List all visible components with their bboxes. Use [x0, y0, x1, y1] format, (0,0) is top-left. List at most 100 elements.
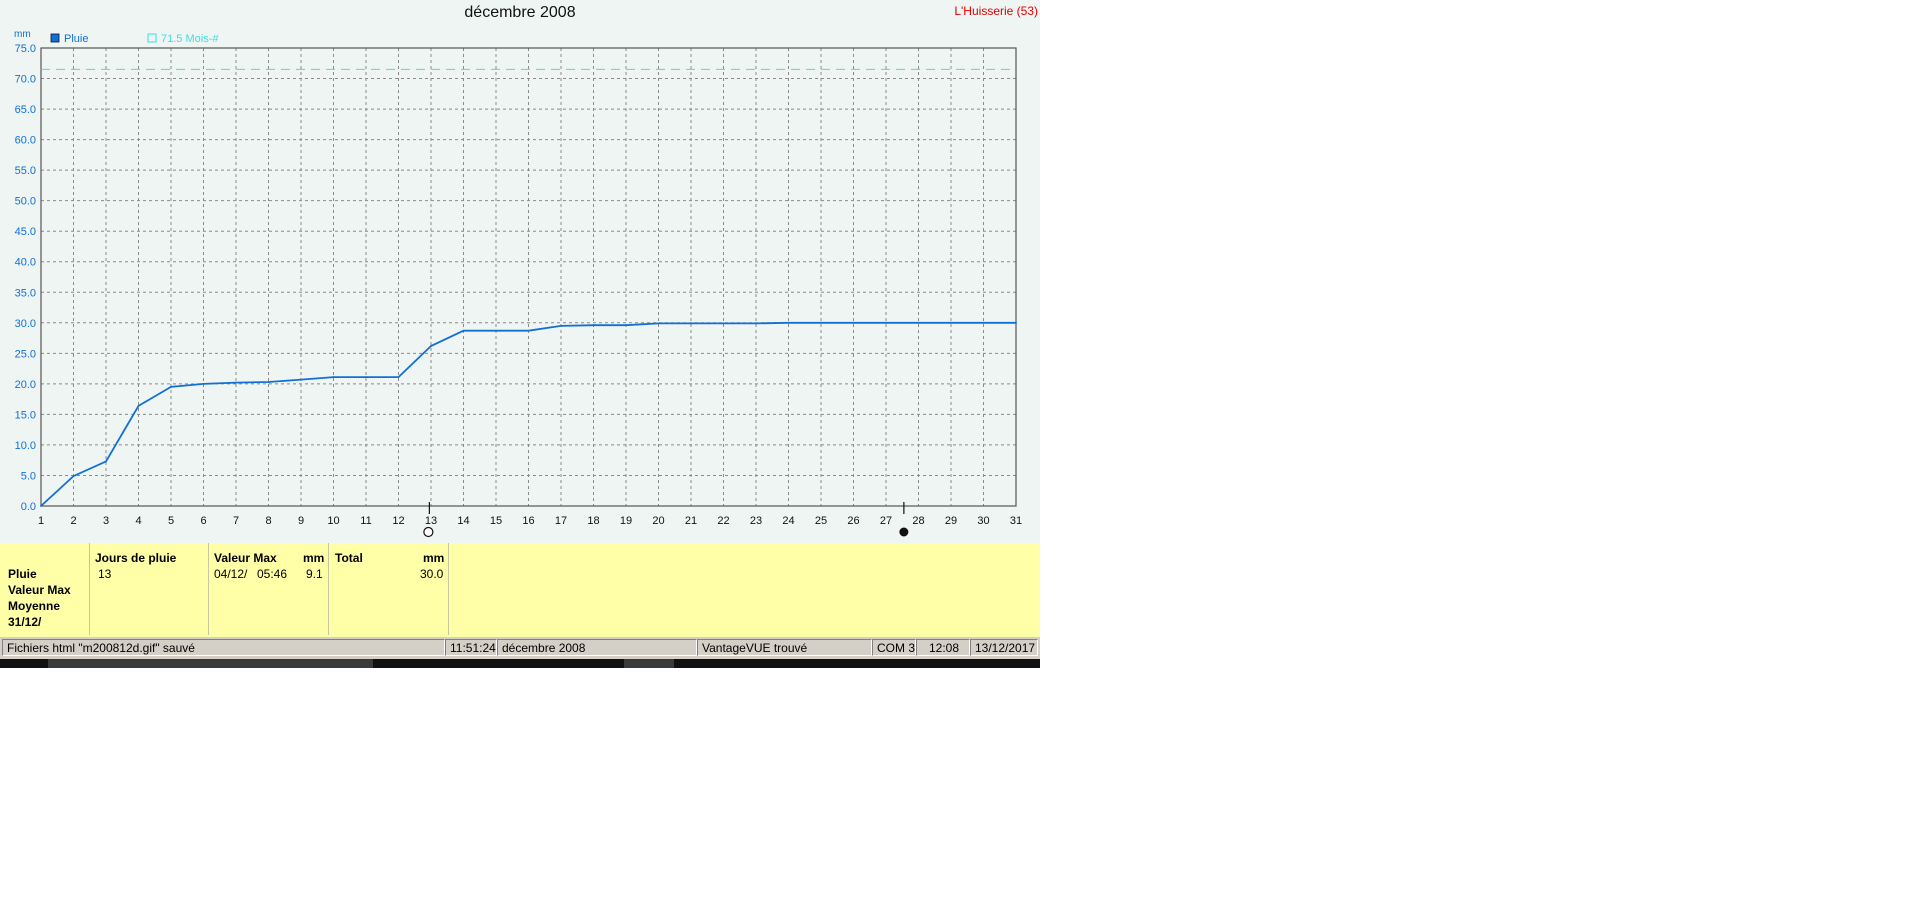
total-unit: mm — [423, 551, 445, 565]
data-point — [235, 381, 237, 384]
y-tick-label: 10.0 — [15, 440, 36, 452]
x-tick-label: 4 — [135, 515, 141, 527]
x-tick-label: 12 — [392, 515, 404, 527]
y-tick-label: 50.0 — [15, 196, 36, 208]
taskbar-segment — [624, 659, 674, 668]
data-point — [527, 329, 530, 332]
data-point — [72, 475, 75, 477]
valeur-max-value: 9.1 — [306, 567, 323, 581]
y-tick-label: 0.0 — [21, 501, 36, 513]
y-tick-label: 55.0 — [15, 165, 36, 177]
x-tick-label: 25 — [815, 515, 827, 527]
x-tick-label: 18 — [587, 515, 599, 527]
x-tick-label: 28 — [912, 515, 924, 527]
status-period: décembre 2008 — [497, 639, 697, 656]
full-moon-icon — [423, 526, 434, 538]
x-tick-label: 13 — [425, 515, 437, 527]
x-tick-label: 21 — [685, 515, 697, 527]
data-point — [722, 322, 725, 325]
data-point — [690, 322, 692, 325]
x-tick-label: 14 — [457, 515, 469, 527]
x-tick-label: 17 — [555, 515, 567, 527]
y-axis-label: mm — [14, 29, 31, 40]
x-tick-label: 30 — [977, 515, 989, 527]
y-tick-label: 35.0 — [15, 287, 36, 299]
data-point — [1015, 321, 1017, 324]
x-tick-label: 3 — [103, 515, 109, 527]
legend-label-reference: 71.5 Mois-# — [161, 33, 219, 45]
x-tick-label: 6 — [200, 515, 206, 527]
y-tick-label: 60.0 — [15, 135, 36, 147]
data-point — [787, 321, 790, 324]
data-point — [202, 382, 205, 385]
chart-area: décembre 2008 L'Huisserie (53) 0.0 5.0 10.… — [0, 0, 1040, 543]
data-point — [170, 386, 172, 388]
summary-panel: Pluie Valeur Max Moyenne 31/12/ Jours de… — [0, 543, 1040, 637]
x-tick-label: 16 — [522, 515, 534, 527]
x-tick-label: 5 — [168, 515, 174, 527]
valeur-max-header: Valeur Max — [214, 551, 277, 565]
x-tick-label: 27 — [880, 515, 892, 527]
status-date: 13/12/2017 — [970, 639, 1038, 656]
rain-chart: 0.0 5.0 10.0 15.0 20.0 25.0 30.0 35.0 40.0 45.0 50… — [14, 29, 1022, 538]
valeur-max-date: 04/12/ — [214, 567, 248, 581]
x-tick-label: 26 — [847, 515, 859, 527]
total-value: 30.0 — [420, 567, 444, 581]
x-tick-label: 11 — [360, 515, 371, 527]
weather-app-window: décembre 2008 L'Huisserie (53) 0.0 5.0 10.… — [0, 0, 1040, 668]
y-tick-label: 75.0 — [15, 43, 36, 55]
x-tick-label: 8 — [265, 515, 271, 527]
summary-label-moyenne: Moyenne — [8, 599, 61, 613]
summary-valeur-max-column: Valeur Max mm 04/12/ 05:46 9.1 — [209, 543, 329, 635]
data-point — [885, 321, 887, 324]
data-point — [560, 324, 562, 327]
data-point — [852, 321, 855, 324]
summary-label-date: 31/12/ — [8, 615, 42, 629]
data-point — [105, 460, 107, 463]
status-clock: 12:08 — [916, 639, 970, 656]
summary-total-column: Total mm 30.0 — [329, 543, 449, 635]
y-tick-label: 45.0 — [15, 226, 36, 238]
data-point — [462, 329, 465, 332]
y-tick-label: 25.0 — [15, 348, 36, 360]
data-point — [917, 321, 920, 324]
summary-label-pluie: Pluie — [8, 567, 37, 581]
data-point — [40, 505, 42, 507]
data-point — [592, 324, 595, 327]
summary-labels-column: Pluie Valeur Max Moyenne 31/12/ — [0, 543, 90, 635]
x-tick-label: 24 — [782, 515, 794, 527]
legend-swatch-pluie — [50, 33, 60, 43]
y-tick-label: 5.0 — [21, 470, 36, 482]
status-message: Fichiers html "m200812d.gif" sauvé — [2, 639, 445, 656]
legend-swatch-reference — [147, 33, 157, 43]
data-point — [982, 321, 985, 324]
x-tick-label: 1 — [38, 515, 44, 527]
valeur-max-time: 05:46 — [257, 567, 288, 581]
status-time: 11:51:24 — [445, 639, 497, 656]
x-tick-label: 23 — [750, 515, 762, 527]
jours-de-pluie-header: Jours de pluie — [95, 551, 177, 565]
data-point — [755, 322, 757, 325]
y-tick-label: 30.0 — [15, 318, 36, 330]
y-tick-label: 65.0 — [15, 104, 36, 116]
data-point — [820, 321, 822, 324]
x-tick-label: 2 — [70, 515, 76, 527]
x-tick-label: 29 — [945, 515, 957, 527]
data-point — [332, 376, 335, 379]
x-tick-label: 10 — [327, 515, 339, 527]
summary-label-valeur-max: Valeur Max — [8, 583, 71, 597]
x-tick-label: 7 — [233, 515, 239, 527]
data-point — [950, 321, 952, 324]
x-tick-label: 22 — [717, 515, 729, 527]
legend-label-pluie: Pluie — [64, 33, 88, 45]
jours-de-pluie-value: 13 — [98, 567, 112, 581]
summary-jours-column: Jours de pluie 13 — [90, 543, 209, 635]
status-port: COM 3 — [872, 639, 916, 656]
status-station: VantageVUE trouvé — [697, 639, 872, 656]
data-point — [267, 381, 270, 383]
taskbar-strip — [0, 659, 1040, 668]
data-point — [397, 376, 400, 379]
x-tick-label: 19 — [620, 515, 632, 527]
x-tick-label: 20 — [652, 515, 664, 527]
data-point — [365, 376, 367, 379]
